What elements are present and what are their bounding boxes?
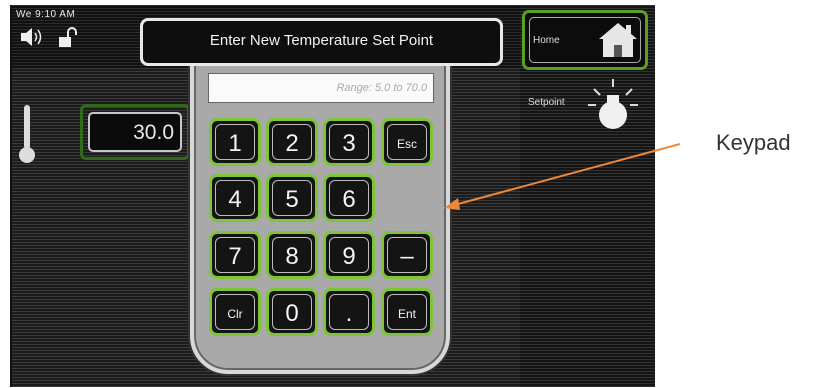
decimal-key[interactable]: . — [323, 288, 375, 336]
key-5[interactable]: 5 — [266, 174, 318, 222]
home-button[interactable]: Home — [522, 10, 648, 70]
key-3[interactable]: 3 — [323, 118, 375, 166]
key-6[interactable]: 6 — [323, 174, 375, 222]
key-0[interactable]: 0 — [266, 288, 318, 336]
clock-text: We 9:10 AM — [16, 9, 76, 20]
setpoint-bulb-icon[interactable] — [586, 77, 640, 135]
keypad-callout-label: Keypad — [716, 130, 791, 155]
dialog-title: Enter New Temperature Set Point — [140, 18, 503, 66]
clear-key[interactable]: Clr — [209, 288, 261, 336]
setpoint-label[interactable]: Setpoint — [528, 97, 565, 108]
home-icon — [599, 23, 637, 57]
key-1[interactable]: 1 — [209, 118, 261, 166]
minus-key[interactable]: – — [381, 231, 433, 279]
key-2[interactable]: 2 — [266, 118, 318, 166]
key-7[interactable]: 7 — [209, 231, 261, 279]
unlock-icon[interactable] — [58, 27, 80, 49]
key-4[interactable]: 4 — [209, 174, 261, 222]
setpoint-entry-field[interactable]: Range: 5.0 to 70.0 — [208, 73, 434, 103]
thermometer-icon — [19, 105, 35, 163]
current-temperature-display: 30.0 — [80, 104, 190, 160]
key-8[interactable]: 8 — [266, 231, 318, 279]
temperature-value: 30.0 — [88, 112, 182, 152]
speaker-icon[interactable] — [20, 27, 46, 47]
enter-key[interactable]: Ent — [381, 288, 433, 336]
key-9[interactable]: 9 — [323, 231, 375, 279]
escape-key[interactable]: Esc — [381, 118, 433, 166]
home-label: Home — [533, 35, 560, 46]
